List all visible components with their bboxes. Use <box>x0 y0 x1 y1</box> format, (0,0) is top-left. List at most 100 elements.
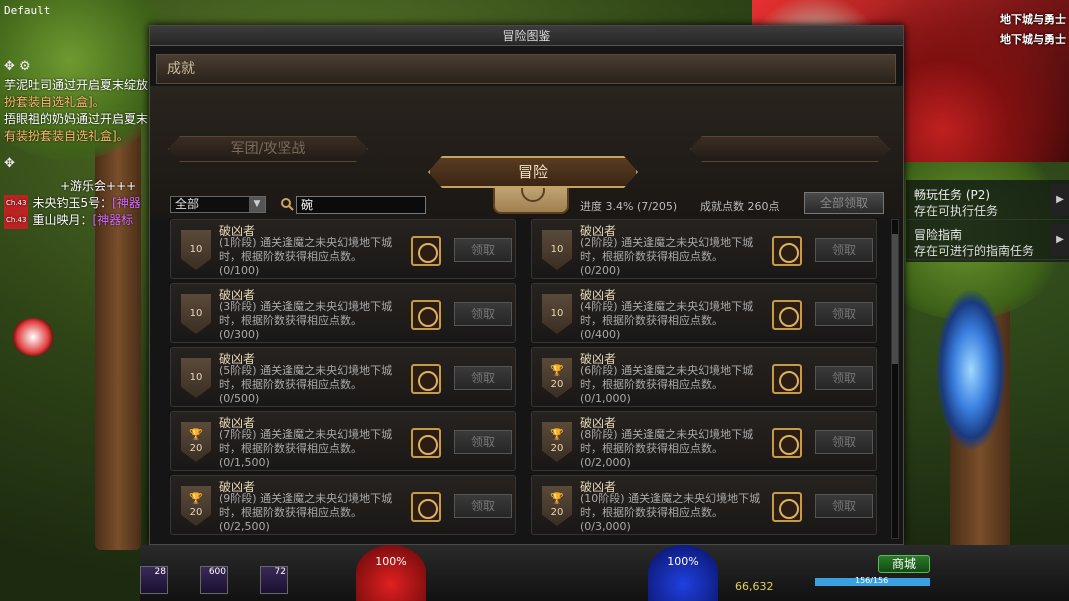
achievement-desc: (7阶段) 通关逢魔之未央幻境地下城时，根据阶数获得相应点数。 (0/1,500) <box>219 428 409 470</box>
scrollbar[interactable] <box>891 219 899 539</box>
window-title[interactable]: 冒险图鉴 <box>150 26 903 46</box>
screen-label: Default <box>4 4 51 17</box>
chat-controls[interactable]: ✥ ⚙ <box>4 58 149 75</box>
reward-emblem-icon[interactable] <box>411 300 441 330</box>
claim-button[interactable]: 领取 <box>454 238 512 262</box>
claim-button[interactable]: 领取 <box>815 238 873 262</box>
achievement-card: 🏆 20 破凶者 (8阶段) 通关逢魔之未央幻境地下城时，根据阶数获得相应点数。 (0/… <box>531 411 877 471</box>
achievement-progress: (0/2,000) <box>580 456 631 469</box>
achievement-stage: (8阶段) <box>580 428 618 441</box>
claim-button[interactable]: 领取 <box>815 494 873 518</box>
points-badge: 10 <box>542 294 572 334</box>
member-item: [神器 <box>112 196 141 210</box>
guild-member: Ch.43 未央钓玉5号：[神器 <box>4 195 149 212</box>
shop-button[interactable]: 商城 <box>878 555 930 573</box>
trophy-badge: 🏆 20 <box>181 422 211 462</box>
search-input[interactable]: 碗 <box>296 196 426 214</box>
tab-right[interactable] <box>690 136 890 162</box>
achievement-desc: (1阶段) 通关逢魔之未央幻境地下城时，根据阶数获得相应点数。 (0/100) <box>219 236 409 278</box>
trophy-badge: 🏆 20 <box>542 358 572 398</box>
member-name: 未央钓玉5号： <box>32 196 113 210</box>
hp-orb: 100% <box>356 545 426 601</box>
claim-button[interactable]: 领取 <box>454 366 512 390</box>
trophy-icon: 🏆 <box>550 364 564 377</box>
quest-row[interactable]: 冒险指南 存在可进行的指南任务 ▶ <box>906 222 1069 260</box>
progress-value: 3.4% (7/205) <box>605 200 678 213</box>
badge-points: 20 <box>550 443 564 454</box>
claim-button[interactable]: 领取 <box>454 494 512 518</box>
quest-subtitle: 存在可进行的指南任务 <box>914 244 1035 258</box>
reward-emblem-icon[interactable] <box>411 428 441 458</box>
chevron-down-icon[interactable]: ▼ <box>249 197 265 212</box>
quest-expand-icon[interactable]: ▶ <box>1051 224 1069 256</box>
search-icon <box>281 198 294 211</box>
character-avatar[interactable] <box>12 318 54 356</box>
achievement-stage: (3阶段) <box>219 300 257 313</box>
chat-line: 芋泥吐司通过开启夏末绽放 <box>4 78 149 92</box>
achievement-stage: (9阶段) <box>219 492 257 505</box>
level-tag: Ch.43 <box>4 195 29 212</box>
reward-emblem-icon[interactable] <box>772 300 802 330</box>
chat-move-icon[interactable]: ✥ <box>4 155 149 172</box>
achievement-desc: (3阶段) 通关逢魔之未央幻境地下城时，根据阶数获得相应点数。 (0/300) <box>219 300 409 342</box>
badge-points: 10 <box>550 308 564 319</box>
achievement-stage: (10阶段) <box>580 492 625 505</box>
badge-points: 10 <box>189 308 203 319</box>
tab-adventure[interactable]: 冒险 <box>428 156 638 188</box>
badge-points: 10 <box>189 372 203 383</box>
trophy-badge: 🏆 20 <box>181 486 211 526</box>
achievement-desc: (8阶段) 通关逢魔之未央幻境地下城时，根据阶数获得相应点数。 (0/2,000) <box>580 428 770 470</box>
reward-emblem-icon[interactable] <box>772 428 802 458</box>
shop-label: 商城 <box>891 557 916 571</box>
quest-row[interactable]: 畅玩任务 (P2) 存在可执行任务 ▶ <box>906 182 1069 220</box>
reward-emblem-icon[interactable] <box>411 364 441 394</box>
achievement-progress: (0/100) <box>219 264 260 277</box>
category-dropdown[interactable]: 全部 ▼ <box>170 196 266 213</box>
quickslot-item[interactable]: 600 <box>200 566 228 594</box>
achievement-card: 🏆 20 破凶者 (6阶段) 通关逢魔之未央幻境地下城时，根据阶数获得相应点数。 (0/… <box>531 347 877 407</box>
scrollbar-thumb[interactable] <box>892 234 898 364</box>
reward-emblem-icon[interactable] <box>411 236 441 266</box>
quest-expand-icon[interactable]: ▶ <box>1051 184 1069 216</box>
achievement-stage: (1阶段) <box>219 236 257 249</box>
badge-points: 20 <box>189 443 203 454</box>
reward-emblem-icon[interactable] <box>772 492 802 522</box>
mp-orb: 100% <box>648 545 718 601</box>
achievement-card: 10 破凶者 (1阶段) 通关逢魔之未央幻境地下城时，根据阶数获得相应点数。 (0/1… <box>170 219 516 279</box>
claim-button[interactable]: 领取 <box>815 366 873 390</box>
badge-points: 10 <box>550 244 564 255</box>
achievement-card: 10 破凶者 (5阶段) 通关逢魔之未央幻境地下城时，根据阶数获得相应点数。 (0/5… <box>170 347 516 407</box>
achievement-grid: 10 破凶者 (1阶段) 通关逢魔之未央幻境地下城时，根据阶数获得相应点数。 (0/1… <box>170 219 880 539</box>
achievement-stage: (6阶段) <box>580 364 618 377</box>
adventure-codex-window: 冒险图鉴 成就 军团/攻坚战 冒险 全部 ▼ 碗 进度 3.4% (7/205)… <box>149 25 904 545</box>
achievement-card: 🏆 20 破凶者 (10阶段) 通关逢魔之未央幻境地下城时，根据阶数获得相应点数。 (0… <box>531 475 877 535</box>
claim-all-button[interactable]: 全部领取 <box>804 192 884 214</box>
claim-button[interactable]: 领取 <box>454 302 512 326</box>
reward-emblem-icon[interactable] <box>411 492 441 522</box>
quickslot-item[interactable]: 28 <box>140 566 168 594</box>
achievement-progress: (0/200) <box>580 264 621 277</box>
reward-emblem-icon[interactable] <box>772 236 802 266</box>
trophy-icon: 🏆 <box>189 492 203 505</box>
achievement-progress: (0/300) <box>219 328 260 341</box>
claim-button[interactable]: 领取 <box>454 430 512 454</box>
badge-points: 20 <box>189 507 203 518</box>
achievement-card: 10 破凶者 (4阶段) 通关逢魔之未央幻境地下城时，根据阶数获得相应点数。 (0/4… <box>531 283 877 343</box>
item-count: 72 <box>274 567 286 577</box>
guild-header: +游乐会+++ <box>60 179 137 193</box>
points-label: 成就点数 <box>700 200 744 213</box>
reward-emblem-icon[interactable] <box>772 364 802 394</box>
achievement-progress: (0/3,000) <box>580 520 631 533</box>
tab-legion[interactable]: 军团/攻坚战 <box>168 136 368 162</box>
achievement-stage: (5阶段) <box>219 364 257 377</box>
chat-line: 扮套装自选礼盒]。 <box>4 95 105 109</box>
quest-title: 畅玩任务 (P2) <box>914 188 991 202</box>
quickslot-item[interactable]: 72 <box>260 566 288 594</box>
section-title: 成就 <box>156 54 896 84</box>
claim-button[interactable]: 领取 <box>815 430 873 454</box>
points-badge: 10 <box>181 230 211 270</box>
achievement-progress: (0/400) <box>580 328 621 341</box>
item-count: 600 <box>208 567 226 577</box>
points-badge: 10 <box>542 230 572 270</box>
claim-button[interactable]: 领取 <box>815 302 873 326</box>
